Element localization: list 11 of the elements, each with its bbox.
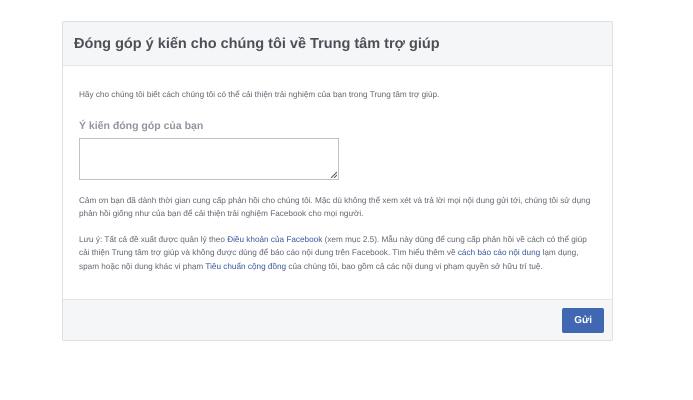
text-link[interactable]: Điều khoản của Facebook <box>227 234 322 244</box>
thanks-text: Cảm ơn bạn đã dành thời gian cung cấp phản hồi cho chúng tôi. Mặc dù không thể xem xét và trả lời mọi nội dung gửi tới, chúng tôi sử dụng phản hồi giống như của bạn để cải thiện trải nghiệm Facebook cho mọi người. <box>79 194 592 220</box>
text-link[interactable]: Tiêu chuẩn cộng đồng <box>205 262 286 270</box>
text-link[interactable]: cách báo cáo nội dung <box>458 248 540 257</box>
field-label: Ý kiến đóng góp của bạn <box>79 120 204 132</box>
resize-grip-icon <box>330 170 337 178</box>
send-button[interactable]: Gửi <box>562 308 604 332</box>
feedback-field[interactable] <box>79 138 339 180</box>
dialog-title: Đóng góp ý kiến cho chúng tôi về Trung tâm trợ giúp <box>74 36 440 52</box>
note-text: Lưu ý: Tất cả đề xuất được quản lý theo Điều khoản của Facebook (xem mục 2.5). Mẫu này dùng để cung cấp phản hồi về cách có thể giúp cải thiện Trung tâm trợ giúp và không được dùng để báo cáo nội dung trên Facebook. Tìm hiểu thêm về cách báo cáo nội dung lạm dụng, spam hoặc nội dung khác vi phạm Tiêu chuẩn cộng đồng của chúng tôi, bao gồm cả các nội dung vi phạm quyền sở hữu trí tuệ. <box>79 234 588 273</box>
intro-text: Hãy cho chúng tôi biết cách chúng tôi có thể cải thiện trải nghiệm của bạn trong Trung tâm trợ giúp. <box>79 89 440 101</box>
